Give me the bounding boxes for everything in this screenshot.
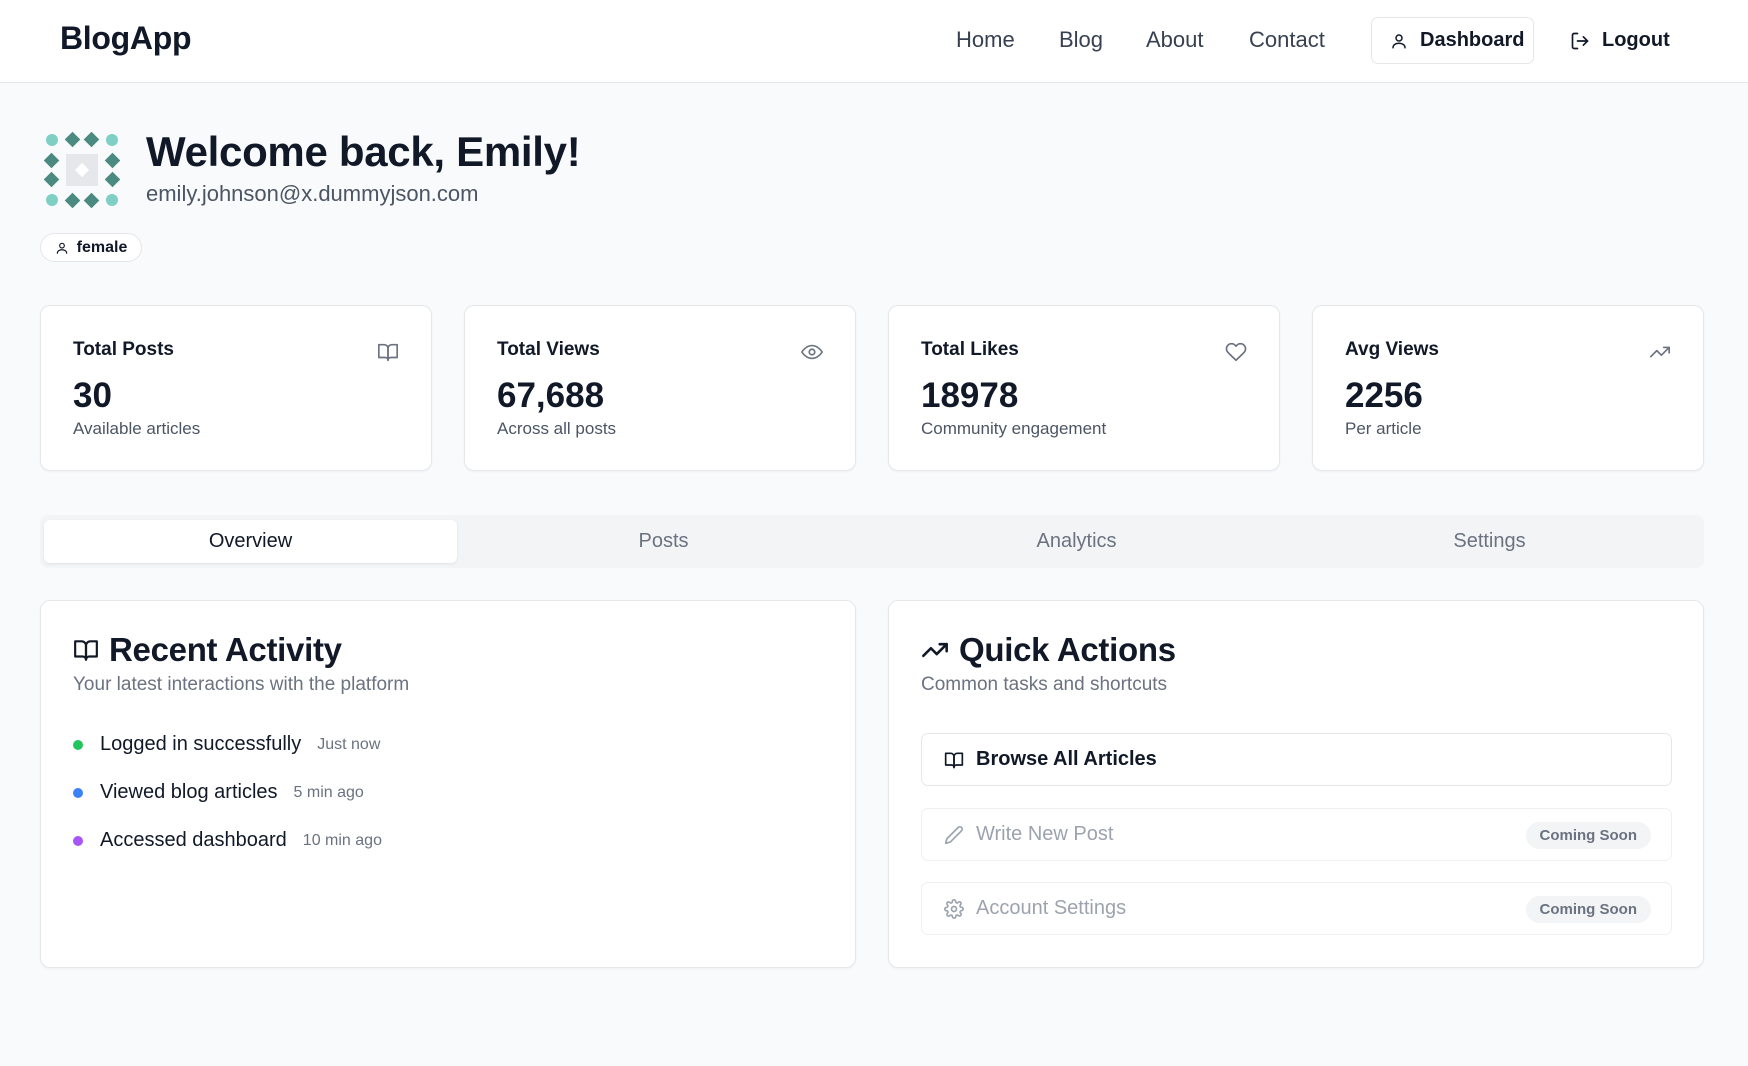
top-navbar: BlogApp Home Blog About Contact Dashboar… — [0, 0, 1748, 83]
activity-label: Logged in successfully — [100, 733, 302, 755]
nav-about-link[interactable]: About — [1146, 27, 1204, 53]
recent-activity-title: Recent Activity — [109, 631, 342, 668]
recent-activity-panel: Recent Activity Your latest interactions… — [40, 600, 856, 968]
heart-icon — [1225, 341, 1247, 363]
avatar — [43, 131, 121, 209]
stat-subtitle: Per article — [1345, 419, 1422, 438]
dashboard-button-label: Dashboard — [1420, 29, 1525, 51]
book-open-icon — [944, 750, 964, 770]
activity-item: Viewed blog articles 5 min ago — [73, 781, 364, 804]
stat-value: 18978 — [921, 376, 1019, 415]
activity-item: Accessed dashboard 10 min ago — [73, 829, 382, 852]
stat-card-total-posts: Total Posts 30 Available articles — [40, 305, 432, 471]
write-new-post-button[interactable]: Write New Post Coming Soon — [921, 808, 1672, 861]
user-email: emily.johnson@x.dummyjson.com — [146, 181, 479, 206]
activity-time: 10 min ago — [302, 831, 382, 849]
status-dot — [73, 835, 83, 846]
dashboard-tabs: Overview Posts Analytics Settings — [40, 515, 1704, 568]
account-settings-label: Account Settings — [976, 897, 1127, 919]
quick-actions-subtitle: Common tasks and shortcuts — [921, 674, 1168, 695]
stat-subtitle: Across all posts — [497, 419, 617, 438]
user-icon — [55, 241, 69, 255]
nav-blog-link[interactable]: Blog — [1059, 27, 1103, 53]
status-dot — [73, 787, 83, 798]
tab-settings[interactable]: Settings — [1283, 520, 1696, 563]
welcome-heading: Welcome back, Emily! — [146, 128, 581, 175]
stat-value: 67,688 — [497, 376, 605, 415]
stat-value: 30 — [73, 376, 112, 415]
browse-articles-button[interactable]: Browse All Articles — [921, 733, 1672, 786]
pencil-icon — [944, 825, 964, 845]
stat-card-avg-views: Avg Views 2256 Per article — [1312, 305, 1704, 471]
trending-up-icon — [1649, 341, 1671, 363]
stat-subtitle: Community engagement — [921, 419, 1107, 438]
gender-badge: female — [40, 233, 142, 262]
recent-activity-header: Recent Activity — [73, 631, 342, 669]
quick-actions-title: Quick Actions — [959, 631, 1176, 668]
logout-button[interactable]: Logout — [1570, 17, 1680, 64]
activity-time: Just now — [317, 735, 381, 753]
account-settings-button[interactable]: Account Settings Coming Soon — [921, 882, 1672, 935]
quick-actions-panel: Quick Actions Common tasks and shortcuts… — [888, 600, 1704, 968]
quick-actions-header: Quick Actions — [921, 631, 1176, 669]
stat-title: Total Posts — [73, 339, 174, 360]
trending-up-icon — [921, 636, 949, 664]
activity-label: Accessed dashboard — [100, 829, 287, 851]
stat-subtitle: Available articles — [73, 419, 201, 438]
activity-label: Viewed blog articles — [100, 781, 278, 803]
tab-analytics[interactable]: Analytics — [870, 520, 1283, 563]
book-open-icon — [73, 637, 99, 663]
coming-soon-badge: Coming Soon — [1525, 896, 1651, 923]
stat-card-total-likes: Total Likes 18978 Community engagement — [888, 305, 1280, 471]
stat-card-total-views: Total Views 67,688 Across all posts — [464, 305, 856, 471]
book-open-icon — [377, 341, 399, 363]
app-logo[interactable]: BlogApp — [60, 20, 192, 57]
logout-icon — [1570, 31, 1590, 51]
stat-title: Avg Views — [1345, 339, 1439, 360]
tab-overview[interactable]: Overview — [44, 520, 457, 563]
activity-time: 5 min ago — [293, 783, 364, 801]
coming-soon-badge: Coming Soon — [1525, 822, 1651, 849]
stat-title: Total Views — [497, 339, 600, 360]
stat-title: Total Likes — [921, 339, 1019, 360]
activity-item: Logged in successfully Just now — [73, 733, 380, 756]
eye-icon — [801, 341, 823, 363]
nav-home-link[interactable]: Home — [956, 27, 1015, 53]
recent-activity-subtitle: Your latest interactions with the platfo… — [73, 674, 410, 695]
browse-articles-label: Browse All Articles — [976, 748, 1157, 770]
nav-contact-link[interactable]: Contact — [1249, 27, 1325, 53]
logout-button-label: Logout — [1602, 29, 1670, 51]
stat-value: 2256 — [1345, 376, 1423, 415]
dashboard-button[interactable]: Dashboard — [1371, 17, 1534, 64]
gender-label: female — [76, 238, 128, 256]
write-new-post-label: Write New Post — [976, 823, 1114, 845]
user-icon — [1390, 32, 1408, 50]
gear-icon — [944, 898, 964, 919]
status-dot — [73, 739, 83, 750]
tab-posts[interactable]: Posts — [457, 520, 870, 563]
